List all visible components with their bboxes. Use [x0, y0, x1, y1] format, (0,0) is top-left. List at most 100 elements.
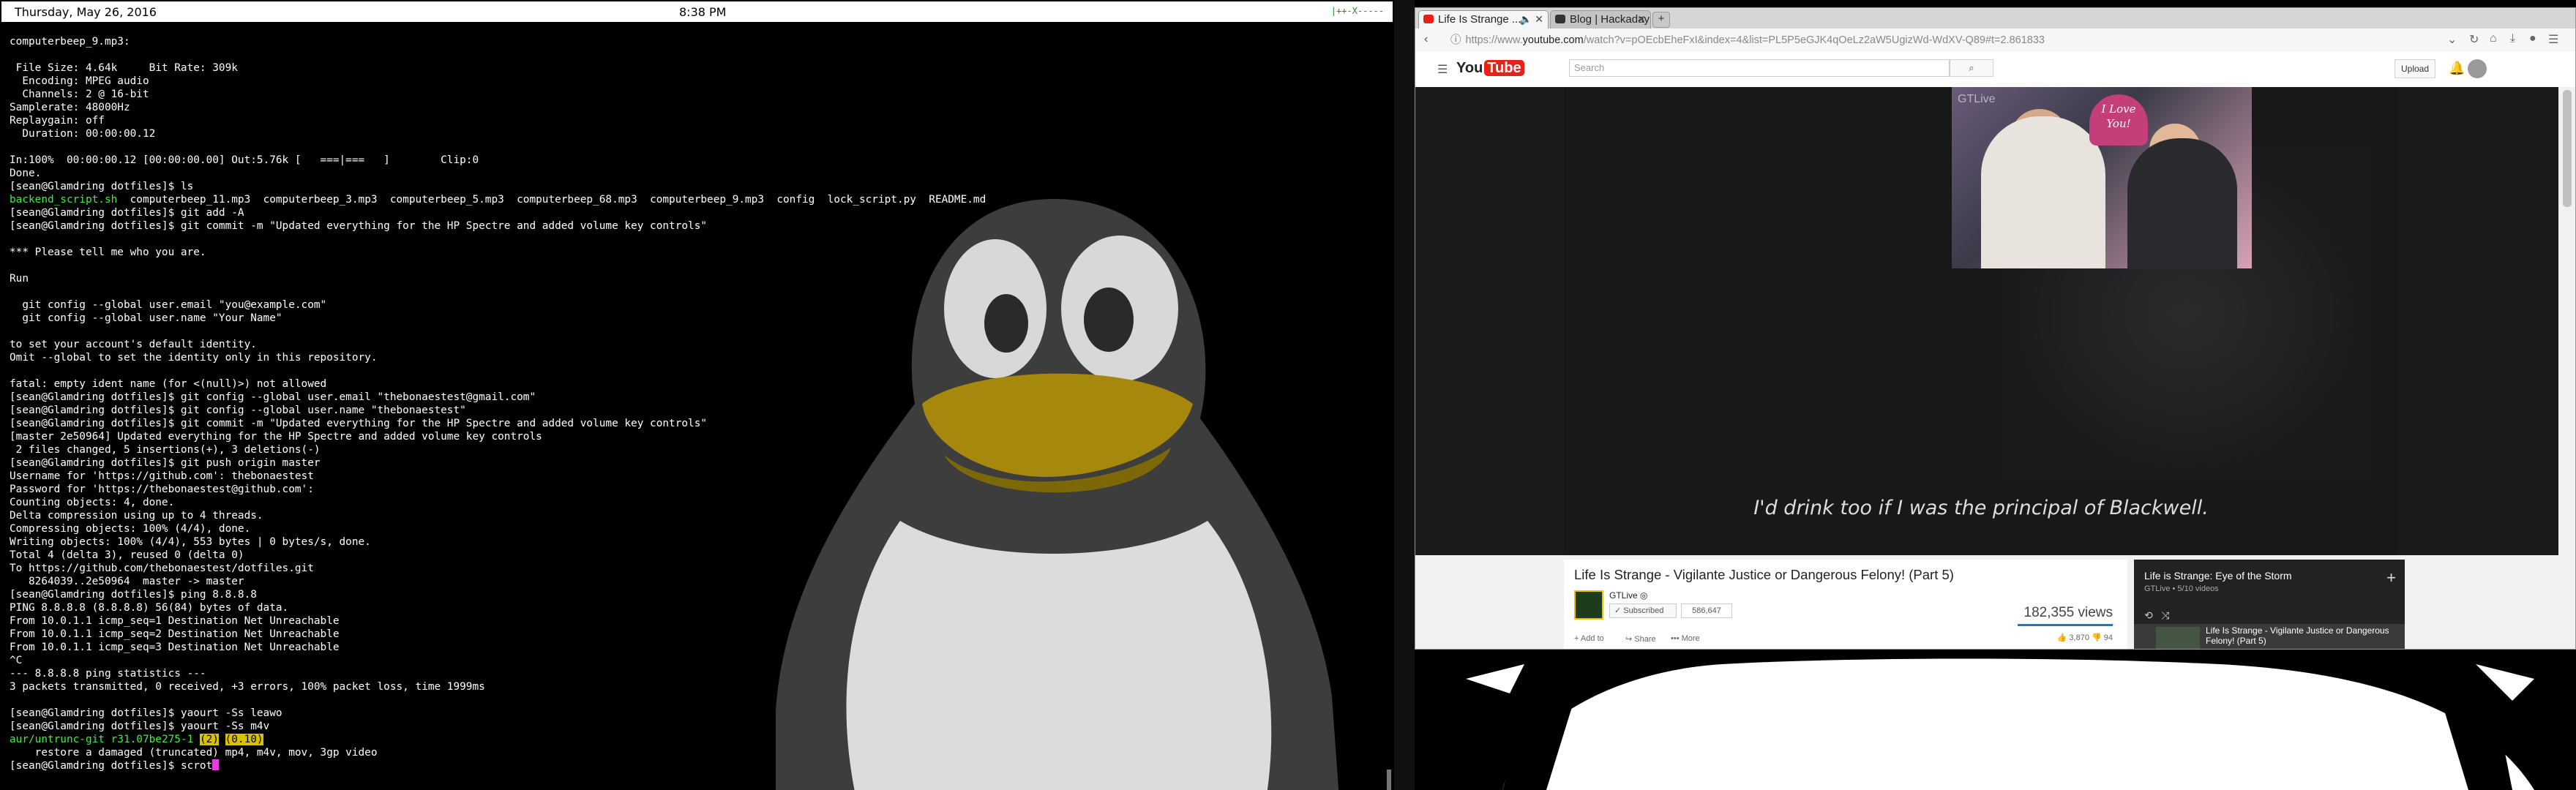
terminal-line: Total 4 (delta 3), reused 0 (delta 0) — [10, 549, 244, 561]
terminal-line: [sean@Glamdring dotfiles]$ git commit -m… — [10, 418, 708, 429]
status-time: 8:38 PM — [679, 5, 727, 19]
channel-name[interactable]: GTLive ◎ — [1609, 590, 1647, 601]
tab-hackaday[interactable]: Blog | Hackaday |... ✕ — [1550, 10, 1651, 29]
window-divider — [1394, 0, 1415, 790]
add-to-button[interactable]: + Add to — [1574, 634, 1604, 643]
close-tab-icon[interactable]: 🔈 ✕ — [1519, 11, 1543, 28]
package-result: aur/untrunc-git r31.07be275-1 (2) (0.10) — [10, 733, 986, 746]
search-button[interactable]: ⌕ — [1950, 59, 1993, 77]
terminal-line: From 10.0.1.1 icmp_seq=2 Destination Net… — [10, 628, 340, 640]
tab-label: Life Is Strange ... — [1438, 13, 1521, 26]
upload-button[interactable]: Upload — [2395, 59, 2435, 78]
watch-info-area: Life Is Strange - Vigilante Justice or D… — [1415, 555, 2558, 649]
love-sign: I Love You! — [2089, 94, 2148, 146]
terminal-line: [master 2e50964] Updated everything for … — [10, 431, 542, 443]
terminal-line: computerbeep_9.mp3: — [10, 36, 130, 48]
package-version: r31.07be275-1 — [104, 734, 200, 745]
subscribed-button[interactable]: ✓ Subscribed — [1609, 603, 1677, 618]
youtube-logo[interactable]: You Tube — [1456, 60, 1524, 77]
package-name: aur/untrunc-git — [10, 734, 105, 745]
loop-shuffle-icons[interactable]: ⟲ ⤨ — [2144, 609, 2170, 622]
video-info-card: Life Is Strange - Vigilante Justice or D… — [1564, 560, 2127, 649]
terminal-line: --- 8.8.8.8 ping statistics --- — [10, 668, 206, 680]
back-arrow-icon[interactable]: ‹ — [1424, 33, 1428, 46]
terminal-line: File Size: 4.64k Bit Rate: 309k — [10, 62, 238, 74]
terminal-line: fatal: empty ident name (for <(null)>) n… — [10, 378, 327, 390]
download-icon[interactable]: ⤓ — [2510, 32, 2515, 45]
terminal-line: In:100% 00:00:00.12 [00:00:00.00] Out:5.… — [10, 154, 479, 166]
tab-youtube[interactable]: Life Is Strange ... 🔈 ✕ — [1418, 10, 1549, 29]
reload-icon[interactable]: ↻ — [2469, 32, 2479, 47]
terminal-line: [sean@Glamdring dotfiles]$ ls — [10, 181, 194, 192]
share-button[interactable]: ↪ Share — [1625, 634, 1656, 644]
avatar[interactable] — [2468, 59, 2487, 78]
menu-icon[interactable]: ☰ — [2548, 32, 2558, 47]
tray-indicator: |++-X----- — [1330, 6, 1384, 16]
terminal-line: [sean@Glamdring dotfiles]$ yaourt -Ss m4… — [10, 721, 270, 732]
like-dislike-buttons[interactable]: 👍 3,870 👎 94 — [2057, 633, 2113, 642]
channel-avatar[interactable] — [1574, 590, 1603, 620]
terminal-line: Omit --global to set the identity only i… — [10, 352, 378, 364]
executable-file: backend_script.sh — [10, 194, 118, 206]
page-scrollbar[interactable] — [2558, 87, 2575, 649]
terminal-scrollbar[interactable] — [1385, 53, 1393, 790]
logo-you: You — [1456, 60, 1483, 76]
terminal-line: [sean@Glamdring dotfiles]$ ping 8.8.8.8 — [10, 589, 257, 601]
more-button[interactable]: ••• More — [1671, 634, 1700, 643]
terminal-line: Duration: 00:00:00.12 — [10, 128, 156, 140]
terminal-line: 2 files changed, 5 insertions(+), 3 dele… — [10, 444, 321, 456]
video-player[interactable]: I Love You! GTLive I'd drink too if I wa… — [1415, 87, 2558, 555]
package-votes: (2) — [199, 734, 219, 745]
command-input: scrot — [180, 760, 213, 772]
dropdown-icon[interactable]: ⌄ — [2447, 32, 2457, 47]
terminal-line: Encoding: MPEG audio — [10, 75, 149, 87]
terminal-window[interactable]: computerbeep_9.mp3: File Size: 4.64k Bit… — [0, 23, 1394, 790]
save-playlist-icon[interactable]: + — [2386, 568, 2396, 587]
terminal-line: PING 8.8.8.8 (8.8.8.8) 56(84) bytes of d… — [10, 602, 289, 614]
close-tab-icon[interactable]: ✕ — [1637, 11, 1646, 28]
url-bar: ‹ ⓘ https://www.youtube.com/watch?v=pOEcb… — [1415, 29, 2575, 53]
home-icon[interactable]: ⌂ — [2490, 32, 2497, 45]
file-list: computerbeep_11.mp3 computerbeep_3.mp3 c… — [117, 194, 986, 206]
terminal-line: git config --global user.email "you@exam… — [10, 299, 327, 311]
url-host: youtube.com — [1522, 34, 1584, 46]
new-tab-button[interactable]: + — [1652, 12, 1670, 28]
terminal-line: Replaygain: off — [10, 115, 105, 127]
shell-prompt: [sean@Glamdring dotfiles]$ — [10, 760, 181, 772]
notifications-bell-icon[interactable]: 🔔 — [2449, 61, 2465, 76]
terminal-line: Compressing objects: 100% (4/4), done. — [10, 523, 251, 535]
playlist-title[interactable]: Life is Strange: Eye of the Storm — [2144, 570, 2292, 582]
address-field[interactable]: ⓘ https://www.youtube.com/watch?v=pOEcbEh… — [1450, 31, 2402, 49]
status-date: Thursday, May 26, 2016 — [15, 5, 157, 19]
search-input[interactable]: Search — [1569, 59, 1950, 77]
url-prefix: https://www. — [1465, 34, 1523, 46]
youtube-header: ☰ You Tube Search ⌕ Upload 🔔 — [1415, 52, 2575, 88]
logo-tube: Tube — [1484, 60, 1524, 76]
subscriber-count: 586,647 — [1681, 603, 1732, 618]
addon-icon[interactable]: ● — [2529, 32, 2536, 45]
terminal-line: [sean@Glamdring dotfiles]$ git config --… — [10, 391, 536, 403]
playlist-item[interactable]: Life Is Strange - Vigilante Justice or D… — [2134, 624, 2405, 649]
terminal-line: From 10.0.1.1 icmp_seq=1 Destination Net… — [10, 615, 340, 627]
guide-menu-icon[interactable]: ☰ — [1437, 62, 1448, 77]
terminal-line: *** Please tell me who you are. — [10, 247, 206, 258]
terminal-line: From 10.0.1.1 icmp_seq=3 Destination Net… — [10, 642, 340, 653]
browser-window: Life Is Strange ... 🔈 ✕ Blog | Hackaday … — [1415, 7, 2576, 650]
picture-in-picture-video: I Love You! GTLive — [1952, 87, 2252, 268]
terminal-line: to set your account's default identity. — [10, 339, 257, 350]
url-path: /watch?v=pOEcbEheFxI&index=4&list=PL5P5e… — [1583, 34, 2045, 46]
terminal-line: [sean@Glamdring dotfiles]$ git push orig… — [10, 457, 321, 469]
site-info-icon[interactable]: ⓘ — [1450, 34, 1461, 46]
terminal-line: Samplerate: 48000Hz — [10, 102, 130, 113]
cursor — [212, 759, 220, 770]
terminal-line: Channels: 2 @ 16-bit — [10, 89, 149, 100]
desktop-wallpaper — [1415, 650, 2576, 790]
youtube-favicon-icon — [1423, 15, 1434, 23]
